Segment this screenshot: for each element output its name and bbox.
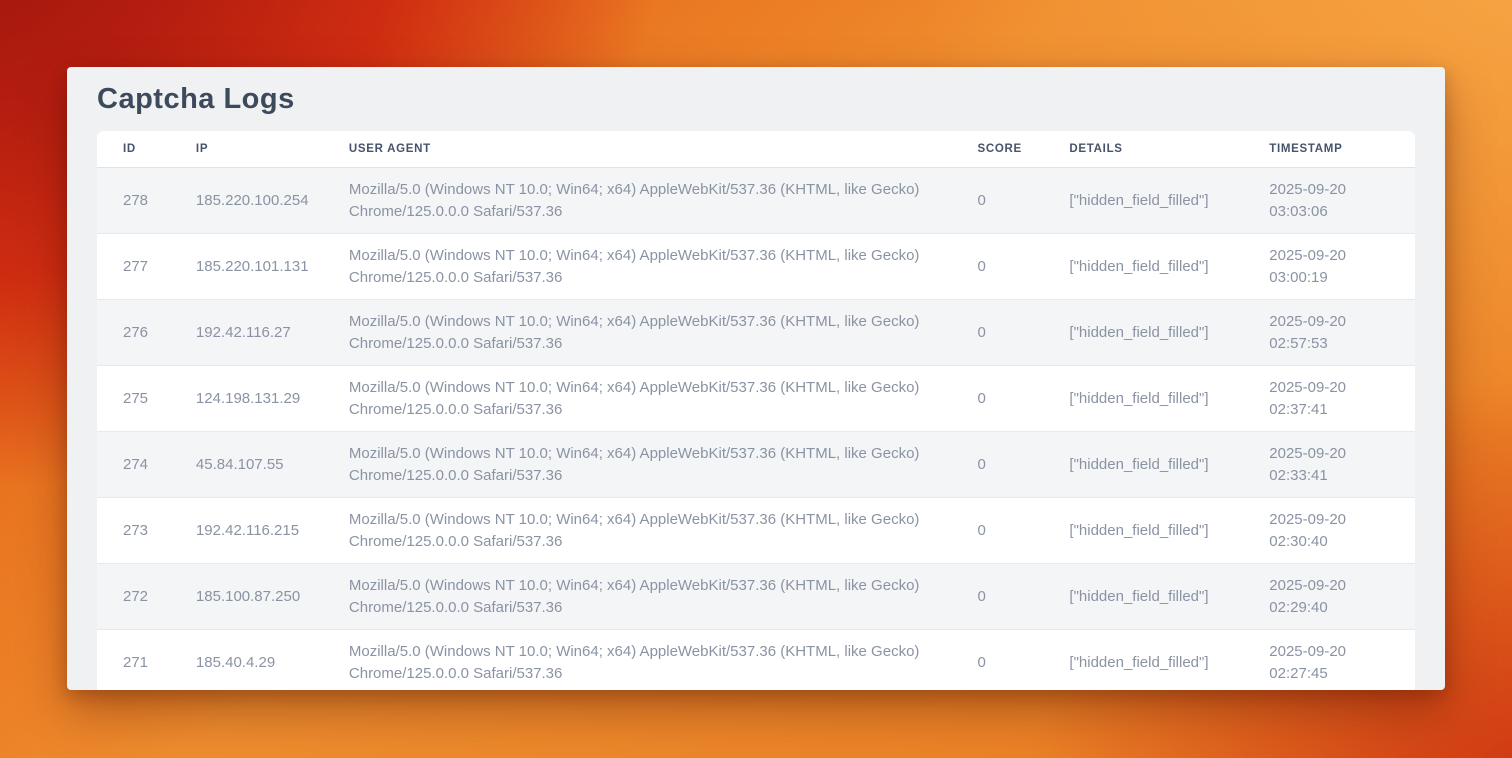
cell-details: ["hidden_field_filled"] [1043,498,1243,564]
cell-score: 0 [951,630,1043,691]
cell-ip: 45.84.107.55 [170,432,323,498]
table-row: 276 192.42.116.27 Mozilla/5.0 (Windows N… [97,300,1415,366]
captcha-logs-card: Captcha Logs ID IP USER AGENT SCORE DETA… [67,67,1445,690]
cell-id: 275 [97,366,170,432]
cell-timestamp: 2025-09-20 02:27:45 [1243,630,1415,691]
cell-ip: 192.42.116.27 [170,300,323,366]
cell-user-agent: Mozilla/5.0 (Windows NT 10.0; Win64; x64… [323,168,952,234]
cell-details: ["hidden_field_filled"] [1043,366,1243,432]
cell-score: 0 [951,168,1043,234]
table-header-row: ID IP USER AGENT SCORE DETAILS TIMESTAMP [97,131,1415,168]
column-header-timestamp: TIMESTAMP [1243,131,1415,168]
cell-details: ["hidden_field_filled"] [1043,432,1243,498]
cell-score: 0 [951,366,1043,432]
logs-table-panel: ID IP USER AGENT SCORE DETAILS TIMESTAMP… [97,131,1415,690]
cell-score: 0 [951,300,1043,366]
table-row: 275 124.198.131.29 Mozilla/5.0 (Windows … [97,366,1415,432]
page-title: Captcha Logs [97,82,1415,116]
cell-score: 0 [951,564,1043,630]
cell-details: ["hidden_field_filled"] [1043,300,1243,366]
cell-id: 276 [97,300,170,366]
cell-user-agent: Mozilla/5.0 (Windows NT 10.0; Win64; x64… [323,432,952,498]
cell-details: ["hidden_field_filled"] [1043,168,1243,234]
cell-user-agent: Mozilla/5.0 (Windows NT 10.0; Win64; x64… [323,366,952,432]
cell-timestamp: 2025-09-20 02:33:41 [1243,432,1415,498]
cell-ip: 192.42.116.215 [170,498,323,564]
cell-id: 272 [97,564,170,630]
cell-id: 271 [97,630,170,691]
cell-ip: 124.198.131.29 [170,366,323,432]
cell-user-agent: Mozilla/5.0 (Windows NT 10.0; Win64; x64… [323,234,952,300]
cell-ip: 185.100.87.250 [170,564,323,630]
cell-id: 273 [97,498,170,564]
cell-id: 277 [97,234,170,300]
cell-timestamp: 2025-09-20 02:30:40 [1243,498,1415,564]
table-row: 271 185.40.4.29 Mozilla/5.0 (Windows NT … [97,630,1415,691]
table-row: 277 185.220.101.131 Mozilla/5.0 (Windows… [97,234,1415,300]
cell-id: 274 [97,432,170,498]
cell-user-agent: Mozilla/5.0 (Windows NT 10.0; Win64; x64… [323,564,952,630]
column-header-score: SCORE [951,131,1043,168]
table-row: 274 45.84.107.55 Mozilla/5.0 (Windows NT… [97,432,1415,498]
cell-details: ["hidden_field_filled"] [1043,234,1243,300]
page-background: Captcha Logs ID IP USER AGENT SCORE DETA… [0,0,1512,758]
column-header-id: ID [97,131,170,168]
cell-id: 278 [97,168,170,234]
cell-timestamp: 2025-09-20 03:00:19 [1243,234,1415,300]
cell-details: ["hidden_field_filled"] [1043,564,1243,630]
cell-timestamp: 2025-09-20 03:03:06 [1243,168,1415,234]
column-header-ip: IP [170,131,323,168]
cell-timestamp: 2025-09-20 02:57:53 [1243,300,1415,366]
cell-timestamp: 2025-09-20 02:37:41 [1243,366,1415,432]
cell-timestamp: 2025-09-20 02:29:40 [1243,564,1415,630]
cell-ip: 185.220.101.131 [170,234,323,300]
cell-user-agent: Mozilla/5.0 (Windows NT 10.0; Win64; x64… [323,630,952,691]
table-row: 278 185.220.100.254 Mozilla/5.0 (Windows… [97,168,1415,234]
cell-user-agent: Mozilla/5.0 (Windows NT 10.0; Win64; x64… [323,300,952,366]
captcha-logs-table: ID IP USER AGENT SCORE DETAILS TIMESTAMP… [97,131,1415,690]
cell-score: 0 [951,234,1043,300]
cell-ip: 185.220.100.254 [170,168,323,234]
cell-details: ["hidden_field_filled"] [1043,630,1243,691]
cell-ip: 185.40.4.29 [170,630,323,691]
table-row: 273 192.42.116.215 Mozilla/5.0 (Windows … [97,498,1415,564]
cell-score: 0 [951,432,1043,498]
cell-user-agent: Mozilla/5.0 (Windows NT 10.0; Win64; x64… [323,498,952,564]
table-row: 272 185.100.87.250 Mozilla/5.0 (Windows … [97,564,1415,630]
cell-score: 0 [951,498,1043,564]
column-header-user-agent: USER AGENT [323,131,952,168]
column-header-details: DETAILS [1043,131,1243,168]
